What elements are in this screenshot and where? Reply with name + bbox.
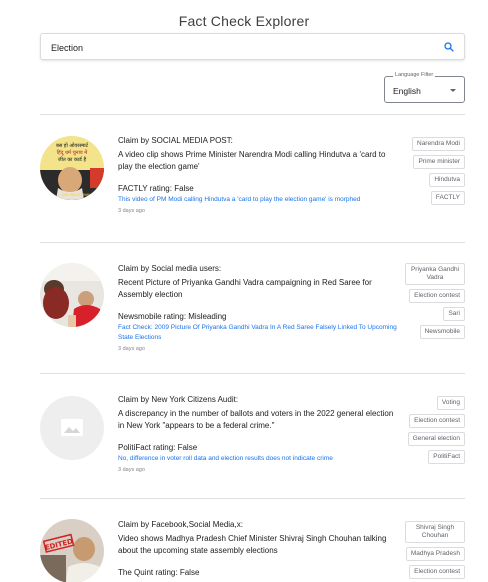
result-date: 3 days ago	[118, 346, 145, 352]
tag-chip[interactable]: Madhya Pradesh	[405, 547, 465, 561]
tag-chip[interactable]: Sari	[443, 307, 465, 321]
claim-text: A video clip shows Prime Minister Narend…	[118, 150, 386, 171]
result-thumbnail-image: EDITED	[40, 519, 104, 582]
results-list: बस हो ओवरस्मार्ट हिंदू धर्म चुनाव में जी…	[40, 114, 465, 582]
tag-chip[interactable]: Priyanka Gandhi Vadra	[405, 263, 465, 285]
result-card: Claim by Social media users: Recent Pict…	[40, 242, 465, 373]
publisher: PolitiFact	[118, 443, 151, 452]
search-icon[interactable]	[443, 41, 455, 53]
result-thumbnail[interactable]: EDITED	[40, 519, 104, 582]
tag-chip[interactable]: Shivraj Singh Chouhan	[405, 521, 465, 543]
tag-chip[interactable]: Election contest	[409, 414, 465, 428]
claimant: Claim by Social media users:	[118, 264, 222, 273]
review-link[interactable]: This video of PM Modi calling Hindutva a…	[118, 195, 400, 205]
tag-chip[interactable]: Newsmobile	[419, 325, 465, 339]
publisher: Newsmobile	[118, 312, 162, 321]
tag-chip[interactable]: Prime minister	[413, 155, 465, 169]
result-info: Claim by New York Citizens Audit: A disc…	[118, 394, 400, 473]
tag-chip[interactable]: Voting	[436, 396, 465, 410]
rating-word: rating:	[161, 312, 189, 321]
rating-line: The Quint rating: False	[118, 567, 400, 578]
tag-chip[interactable]: PolitiFact	[428, 450, 465, 464]
review-link[interactable]: Fact Check: 2009 Picture Of Priyanka Gan…	[118, 323, 400, 343]
thumb-text-1: बस हो ओवरस्मार्ट	[56, 142, 89, 149]
result-thumbnail-image: बस हो ओवरस्मार्ट हिंदू धर्म चुनाव में जी…	[40, 136, 104, 200]
rating-line: FACTLY rating: False	[118, 183, 400, 194]
tag-list: Narendra Modi Prime minister Hindutva FA…	[405, 137, 465, 205]
thumb-text-4: हमारे असम के निवासा	[62, 192, 91, 197]
language-filter-select[interactable]: Language Filter English	[384, 72, 465, 103]
tag-list: Shivraj Singh Chouhan Madhya Pradesh Ele…	[405, 521, 465, 579]
language-filter-label: Language Filter	[393, 72, 436, 78]
result-thumbnail[interactable]: बस हो ओवरस्मार्ट हिंदू धर्म चुनाव में जी…	[40, 136, 104, 200]
rating-value: False	[177, 443, 198, 452]
result-info: Claim by Facebook,Social Media,x: Video …	[118, 519, 400, 578]
result-card: बस हो ओवरस्मार्ट हिंदू धर्म चुनाव में जी…	[40, 114, 465, 242]
review-link[interactable]: No, difference in voter roll data and el…	[118, 454, 400, 464]
result-card: EDITED Claim by Facebook,Social Media,x:…	[40, 498, 465, 582]
thumb-text-3: जीत का कार्ड है	[58, 156, 87, 163]
rating-value: Misleading	[188, 312, 227, 321]
rating-word: rating:	[147, 184, 175, 193]
tag-chip[interactable]: General election	[407, 432, 465, 446]
image-placeholder-icon	[40, 396, 104, 460]
result-card: Claim by New York Citizens Audit: A disc…	[40, 373, 465, 498]
tag-chip[interactable]: Election contest	[409, 565, 465, 579]
result-date: 3 days ago	[118, 467, 145, 473]
thumb-text-2: हिंदू धर्म चुनाव में	[57, 149, 88, 156]
result-thumbnail[interactable]	[40, 396, 104, 460]
tag-chip[interactable]: FACTLY	[430, 191, 465, 205]
publisher: FACTLY	[118, 184, 148, 193]
result-thumbnail-image	[40, 263, 104, 327]
page-title: Fact Check Explorer	[178, 13, 310, 29]
language-filter-value: English	[393, 86, 421, 96]
claim-text: Video shows Madhya Pradesh Chief Ministe…	[118, 534, 387, 555]
publisher: The Quint	[118, 568, 154, 577]
result-info: Claim by SOCIAL MEDIA POST: A video clip…	[118, 135, 400, 214]
claimant: Claim by Facebook,Social Media,x:	[118, 520, 243, 529]
claim-text: Recent Picture of Priyanka Gandhi Vadra …	[118, 278, 372, 299]
rating-word: rating:	[150, 443, 178, 452]
rating-value: False	[179, 568, 200, 577]
rating-line: PolitiFact rating: False	[118, 442, 400, 453]
result-date: 3 days ago	[118, 208, 145, 214]
claimant: Claim by SOCIAL MEDIA POST:	[118, 136, 233, 145]
claim-text: A discrepancy in the number of ballots a…	[118, 409, 394, 430]
result-info: Claim by Social media users: Recent Pict…	[118, 263, 400, 352]
chevron-down-icon	[450, 89, 456, 92]
tag-chip[interactable]: Hindutva	[429, 173, 465, 187]
tag-list: Voting Election contest General election…	[405, 396, 465, 464]
tag-chip[interactable]: Election contest	[409, 289, 465, 303]
tag-list: Priyanka Gandhi Vadra Election contest S…	[405, 263, 465, 339]
rating-value: False	[174, 184, 194, 193]
result-thumbnail[interactable]	[40, 263, 104, 327]
tag-chip[interactable]: Narendra Modi	[412, 137, 465, 151]
rating-word: rating:	[153, 568, 180, 577]
claimant: Claim by New York Citizens Audit:	[118, 395, 239, 404]
search-input[interactable]	[51, 40, 431, 55]
rating-line: Newsmobile rating: Misleading	[118, 311, 400, 322]
search-bar[interactable]	[40, 33, 465, 60]
